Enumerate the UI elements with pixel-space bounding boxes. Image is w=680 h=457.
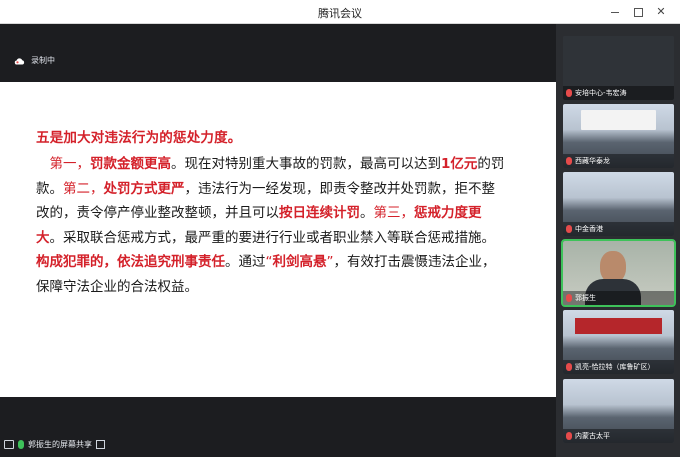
minimize-button[interactable] [607, 4, 623, 20]
shared-screen-top-band [0, 24, 556, 82]
participant-caption: 凯亮-恰拉特（库鲁矿区） [563, 360, 674, 374]
participant-name: 中金香港 [575, 225, 603, 233]
slide-text-segment: 第二， [63, 180, 104, 197]
screen-share-label: 郭振生的屏幕共享 [28, 440, 92, 449]
muted-mic-icon [566, 432, 572, 440]
participant-tile[interactable]: 郭振生 [561, 239, 676, 307]
slide-text-segment: 构成犯罪的，依法追究刑事责任 [36, 254, 225, 271]
slide-text-segment: 按日连续计罚 [279, 205, 360, 222]
participant-name: 西藏华泰龙 [575, 157, 610, 165]
participant-name: 郭振生 [575, 294, 596, 302]
slide-paragraph: 第一，罚款金额更高。现在对特别重大事故的罚款，最高可以达到1亿元的罚款。第二，处… [36, 152, 506, 300]
meeting-window: 腾讯会议 ✕ 录制中 五是加大对违法行为的惩处力度。 第一，罚款金额更高。现在对… [0, 0, 680, 457]
muted-mic-icon [566, 294, 572, 302]
participant-caption: 内蒙古太平 [563, 429, 674, 443]
muted-mic-icon [566, 89, 572, 97]
maximize-button[interactable] [630, 4, 646, 20]
slide-text-segment: 利剑高悬 [272, 254, 327, 271]
participant-caption: 西藏华泰龙 [563, 154, 674, 168]
microphone-icon[interactable] [18, 440, 24, 449]
participant-name: 内蒙古太平 [575, 432, 610, 440]
participant-name: 凯亮-恰拉特（库鲁矿区） [575, 363, 655, 371]
expand-icon[interactable] [96, 440, 105, 449]
muted-mic-icon [566, 157, 572, 165]
muted-mic-icon [566, 363, 572, 371]
participant-tile[interactable]: 中金香港 [563, 172, 674, 236]
close-button[interactable]: ✕ [653, 4, 669, 20]
shared-screen-bottom-band [0, 397, 556, 434]
recording-indicator[interactable]: 录制中 [14, 55, 55, 66]
slide-text-segment: 1亿元 [441, 156, 478, 172]
participant-caption: 安培中心-韦宏涛 [563, 86, 674, 100]
title-bar: 腾讯会议 ✕ [0, 0, 680, 24]
screen-icon [4, 440, 14, 449]
slide-text-segment: 第三， [373, 205, 415, 222]
presentation-slide: 五是加大对违法行为的惩处力度。 第一，罚款金额更高。现在对特别重大事故的罚款，最… [0, 82, 556, 397]
bottom-toolbar: 郭振生的屏幕共享 [0, 434, 556, 457]
participant-caption: 中金香港 [563, 222, 674, 236]
participant-caption: 郭振生 [563, 291, 674, 305]
slide-heading: 五是加大对违法行为的惩处力度。 [36, 130, 242, 146]
window-title: 腾讯会议 [318, 7, 362, 20]
slide-text-segment: 处罚方式更严 [103, 180, 185, 197]
slide-text-segment: 。现在对特别重大事故的罚款，最高可以达到 [171, 156, 441, 172]
slide-text-segment: “ [265, 254, 273, 271]
participant-tile[interactable]: 安培中心-韦宏涛 [563, 36, 674, 100]
slide-text-segment: 。 [360, 205, 374, 222]
recording-label: 录制中 [31, 56, 55, 65]
slide-text-segment: 。通过 [225, 254, 266, 271]
slide-text-segment: 罚款金额更高 [90, 156, 171, 172]
participant-tile[interactable]: 内蒙古太平 [563, 379, 674, 443]
slide-text-segment: 。采取联合惩戒方式，最严重的要进行行业或者职业禁入等联合惩戒措施。 [49, 229, 496, 246]
participant-name: 安培中心-韦宏涛 [575, 89, 627, 97]
cloud-icon [14, 57, 25, 65]
slide-text-segment: ” [326, 254, 334, 271]
participant-tile[interactable]: 西藏华泰龙 [563, 104, 674, 168]
screen-share-indicator[interactable]: 郭振生的屏幕共享 [4, 439, 105, 450]
muted-mic-icon [566, 225, 572, 233]
participant-tile[interactable]: 凯亮-恰拉特（库鲁矿区） [563, 310, 674, 374]
slide-text-segment: 第一， [36, 156, 90, 172]
